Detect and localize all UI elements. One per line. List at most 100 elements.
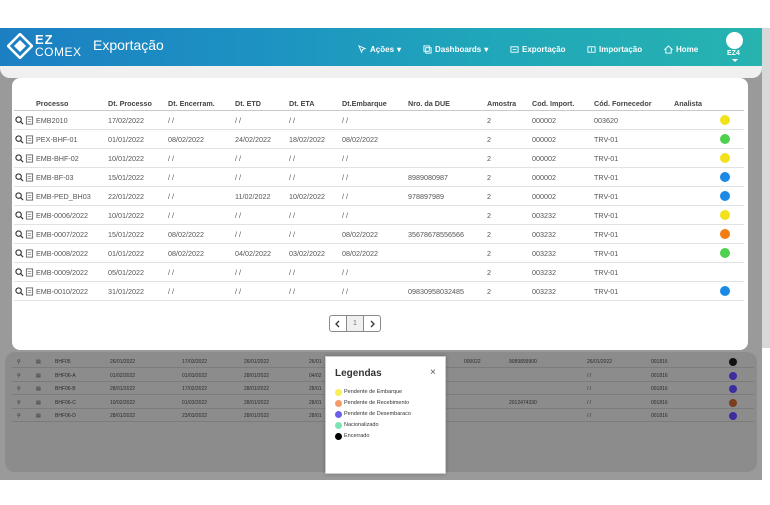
nav-dashboards[interactable]: Dashboards ▾ (423, 42, 488, 56)
col-analista[interactable]: Analista (672, 96, 718, 111)
legend-label: Nacionalizado (344, 422, 379, 428)
user-avatar[interactable] (726, 32, 743, 49)
cell-nro-due: 09830958032485 (406, 281, 485, 301)
table-row[interactable]: EMB-0009/2022 05/01/2022/ / / / / / / /2 0032… (14, 262, 744, 282)
col-dt-encerram[interactable]: Dt. Encerram. (166, 96, 233, 111)
nav-exportacao[interactable]: Exportação (510, 42, 566, 56)
search-icon[interactable] (14, 129, 24, 149)
search-icon: ⚲ (17, 386, 21, 392)
bg-cell-processo: BHF06-D (55, 413, 76, 419)
cell-dt-etd: / / (233, 224, 287, 244)
cell-cod-import: 000002 (530, 148, 592, 168)
cell-cod-import: 000002 (530, 167, 592, 187)
bg-cell-processo: BHF05 (55, 359, 71, 365)
table-row[interactable]: EMB-BF-03 15/01/2022/ / / / / / / /898908098… (14, 167, 744, 187)
table-row[interactable]: EMB-PED_BH03 22/01/2022/ /11/02/2022 10/02… (14, 186, 744, 206)
cell-dt-etd: / / (233, 262, 287, 282)
status-dot (720, 267, 730, 277)
nav-home[interactable]: Home (664, 42, 698, 56)
prev-page-button[interactable] (329, 315, 347, 332)
cell-dt-embarque: 08/02/2022 (340, 129, 406, 149)
legend-swatch (335, 388, 342, 396)
col-dt-eta[interactable]: Dt. ETA (287, 96, 340, 111)
document-icon[interactable] (24, 262, 34, 282)
cell-dt-embarque: / / (340, 262, 406, 282)
cell-amostra: 2 (485, 129, 530, 149)
bg-cell-dt-processo: 28/01/2022 (110, 413, 136, 419)
cell-dt-embarque: / / (340, 205, 406, 225)
document-icon[interactable] (24, 110, 34, 130)
cell-dt-embarque: 08/02/2022 (340, 243, 406, 263)
document-icon: ▤ (36, 413, 41, 419)
table-row[interactable]: EMB-0007/2022 15/01/2022 08/02/2022/ / / /0… (14, 224, 744, 244)
cell-analista (672, 148, 718, 168)
col-nro-due[interactable]: Nro. da DUE (406, 96, 485, 111)
col-dt-processo[interactable]: Dt. Processo (106, 96, 166, 111)
bg-cell-dt-etd: 28/01/2022 (244, 372, 270, 379)
search-icon[interactable] (14, 262, 24, 282)
scrollbar[interactable] (762, 28, 770, 348)
nav-acoes[interactable]: Ações ▾ (358, 42, 401, 56)
cell-dt-embarque: / / (340, 110, 406, 130)
page-number-button[interactable]: 1 (347, 315, 363, 332)
search-icon[interactable] (14, 148, 24, 168)
cell-dt-encerram: / / (166, 205, 233, 225)
legend-swatch (335, 421, 342, 429)
close-icon[interactable]: × (430, 367, 436, 378)
chevron-down-icon[interactable] (732, 59, 738, 62)
import-icon (587, 45, 596, 53)
document-icon: ▤ (36, 399, 41, 406)
status-dot (729, 358, 737, 366)
search-icon[interactable] (14, 205, 24, 225)
ezcomex-logo[interactable]: EZ COMEX (7, 31, 87, 63)
document-icon[interactable] (24, 281, 34, 301)
bg-cell-extra4: 001816 (651, 399, 668, 406)
table-row[interactable]: EMB-BHF-02 10/01/2022/ / / / / / / /2 000002 T… (14, 148, 744, 168)
legend-item: Pendente de Embarque (335, 387, 402, 397)
document-icon[interactable] (24, 205, 34, 225)
search-icon[interactable] (14, 224, 24, 244)
table-row[interactable]: EMB2010 17/02/2022/ / / / / / / /2 000002 0036… (14, 110, 744, 130)
cell-dt-encerram: 08/02/2022 (166, 243, 233, 263)
status-cell (718, 224, 744, 244)
ezcomex-logo-icon (7, 33, 33, 59)
cell-dt-eta: 03/02/2022 (287, 243, 340, 263)
cell-dt-eta: / / (287, 224, 340, 244)
cell-cod-import: 003232 (530, 224, 592, 244)
search-icon[interactable] (14, 110, 24, 130)
cell-nro-due (406, 129, 485, 149)
document-icon[interactable] (24, 224, 34, 244)
status-cell (718, 281, 744, 301)
chevron-right-icon (370, 320, 375, 327)
search-icon: ⚲ (17, 399, 21, 406)
search-icon[interactable] (14, 243, 24, 263)
next-page-button[interactable] (363, 315, 381, 332)
col-cod-fornecedor[interactable]: Cód. Fornecedor (592, 96, 672, 111)
cell-dt-encerram: / / (166, 167, 233, 187)
col-dt-etd[interactable]: Dt. ETD (233, 96, 287, 111)
search-icon[interactable] (14, 167, 24, 187)
col-cod-import[interactable]: Cod. Import. (530, 96, 592, 111)
table-row[interactable]: EMB-0008/2022 01/01/2022 08/02/2022 04/02/2… (14, 243, 744, 263)
cell-dt-encerram: / / (166, 110, 233, 130)
document-icon[interactable] (24, 167, 34, 187)
col-amostra[interactable]: Amostra (485, 96, 530, 111)
document-icon[interactable] (24, 148, 34, 168)
status-dot (720, 172, 730, 183)
table-row[interactable]: PEX-BHF-01 01/01/2022 08/02/2022 24/02/2022… (14, 129, 744, 149)
cell-dt-etd: / / (233, 205, 287, 225)
nav-importacao[interactable]: Importação (587, 42, 642, 56)
document-icon[interactable] (24, 243, 34, 263)
document-icon[interactable] (24, 129, 34, 149)
document-icon[interactable] (24, 186, 34, 206)
search-icon[interactable] (14, 186, 24, 206)
bg-cell-extra4: 001816 (651, 372, 668, 379)
table-row[interactable]: EMB-0006/2022 10/01/2022/ / / / / / / /2 0032… (14, 205, 744, 225)
table-row[interactable]: EMB-0010/2022 31/01/2022/ / / / / / / /09830… (14, 281, 744, 301)
cell-dt-processo: 01/01/2022 (106, 129, 166, 149)
col-dt-embarque[interactable]: Dt.Embarque (340, 96, 406, 111)
cell-cod-fornecedor: TRV-01 (592, 148, 672, 168)
cell-cod-import: 000002 (530, 110, 592, 130)
col-processo[interactable]: Processo (34, 96, 106, 111)
search-icon[interactable] (14, 281, 24, 301)
